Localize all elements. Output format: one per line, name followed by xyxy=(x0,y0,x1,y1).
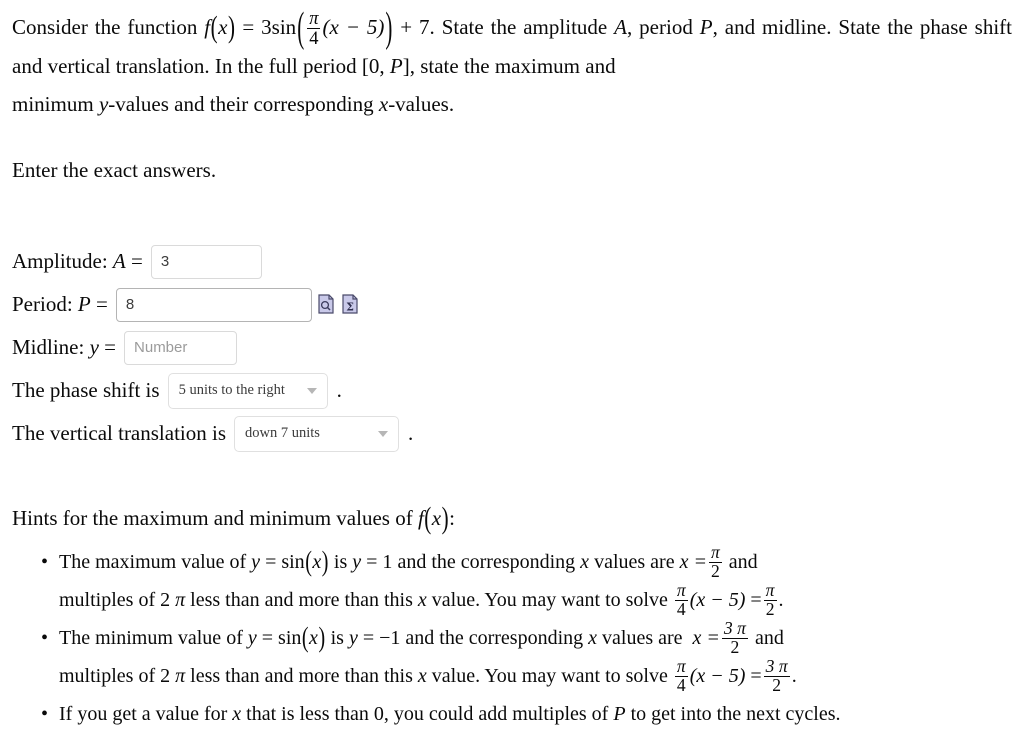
symbol-A: A xyxy=(614,15,627,39)
hint-min-line1: The minimum value of y = sin(x) is y = −… xyxy=(59,618,784,658)
answers-form: Amplitude: A = Period: P = xyxy=(12,240,932,455)
symbol-x: x xyxy=(378,92,389,117)
list-item: • If you get a value for x that is less … xyxy=(12,695,1012,733)
equation-constant: 7 xyxy=(419,15,430,39)
problem-statement: Consider the function f(x) = 3sin(π 4 (x −… xyxy=(12,3,1012,123)
chevron-down-icon xyxy=(306,387,317,394)
document-sigma-icon[interactable]: Σ xyxy=(341,293,360,316)
amplitude-row: Amplitude: A = xyxy=(12,240,932,283)
equation-fn: f xyxy=(204,15,211,39)
hint-max-line2: multiples of 2 π less than and more than… xyxy=(59,580,784,620)
problem-line3-post: -values. xyxy=(388,92,455,117)
hint-max-fraction: π2 xyxy=(708,542,722,582)
symbol-y: y xyxy=(98,92,109,117)
period-row: Period: P = Σ xyxy=(12,283,932,326)
equation-coefficient: 3 xyxy=(261,15,272,39)
problem-line3-mid: -values and their corresponding xyxy=(108,92,374,117)
vertical-translation-trailing-period: . xyxy=(408,421,414,445)
hints-title-var: x xyxy=(431,506,442,530)
hint-note-line1: If you get a value for x that is less th… xyxy=(59,703,841,726)
bullet-icon: • xyxy=(41,703,49,726)
equation-trig: sin xyxy=(271,15,297,39)
enter-exact-answers-text: Enter the exact answers. xyxy=(12,158,217,182)
hints-title-fn: f xyxy=(417,506,424,530)
symbol-P: P xyxy=(699,15,713,39)
phase-shift-label: The phase shift is xyxy=(12,378,160,402)
exercise-page: Consider the function f(x) = 3sin(π 4 (x −… xyxy=(0,0,1024,727)
problem-line1-post: . State the amplitude xyxy=(429,15,608,39)
equation-plus: + xyxy=(400,15,413,39)
midline-symbol: y xyxy=(89,335,99,359)
amplitude-input[interactable] xyxy=(150,244,262,279)
vertical-translation-label: The vertical translation is xyxy=(12,421,227,445)
period-label: Period: P = xyxy=(12,292,108,316)
problem-comma1: , period xyxy=(626,15,693,39)
problem-line1-pre: Consider the function xyxy=(12,15,198,39)
list-item: • The maximum value of y = sin(x) is y =… xyxy=(12,543,1012,619)
phase-shift-trailing-period: . xyxy=(336,378,342,402)
hint-min-fraction: 3 π2 xyxy=(721,618,748,658)
midline-row: Midline: y = xyxy=(12,326,932,369)
chevron-down-icon xyxy=(378,430,389,437)
amplitude-symbol: A xyxy=(112,249,126,273)
equation-var: x xyxy=(218,15,228,39)
hint-min-line2: multiples of 2 π less than and more than… xyxy=(59,656,797,696)
vertical-translation-row: The vertical translation is down 7 units… xyxy=(12,412,932,455)
problem-line3: minimum y-values and their corresponding… xyxy=(12,85,1012,123)
bullet-icon: • xyxy=(41,551,49,573)
hints-list: • The maximum value of y = sin(x) is y =… xyxy=(12,543,1012,733)
bullet-icon: • xyxy=(41,627,49,650)
problem-line3-pre: minimum xyxy=(12,92,94,117)
midline-label: Midline: y = xyxy=(12,335,117,359)
problem-comma2: , and xyxy=(712,15,756,39)
list-item: • The minimum value of y = sin(x) is y =… xyxy=(12,619,1012,695)
problem-line2-post: ], state the maximum and xyxy=(402,54,616,79)
period-symbol: P xyxy=(77,292,91,316)
midline-input[interactable] xyxy=(124,330,238,365)
svg-text:Σ: Σ xyxy=(346,300,354,313)
function-equation: f(x) = 3sin(π 4 (x − 5)) + 7 xyxy=(204,3,430,52)
vertical-translation-selected-value: down 7 units xyxy=(245,425,320,441)
hint-max-line1: The maximum value of y = sin(x) is y = 1… xyxy=(59,542,758,582)
document-magnifier-icon[interactable] xyxy=(317,293,336,316)
hints-title: Hints for the maximum and minimum values… xyxy=(12,500,455,536)
phase-shift-row: The phase shift is 5 units to the right … xyxy=(12,369,932,412)
equation-fraction: π4 xyxy=(307,7,321,48)
vertical-translation-select[interactable]: down 7 units xyxy=(234,415,400,452)
phase-shift-selected-value: 5 units to the right xyxy=(178,382,285,398)
phase-shift-select[interactable]: 5 units to the right xyxy=(167,372,328,409)
equation-inner: (x − 5) xyxy=(322,15,385,39)
period-input[interactable] xyxy=(115,287,312,322)
amplitude-label: Amplitude: A = xyxy=(12,249,143,273)
